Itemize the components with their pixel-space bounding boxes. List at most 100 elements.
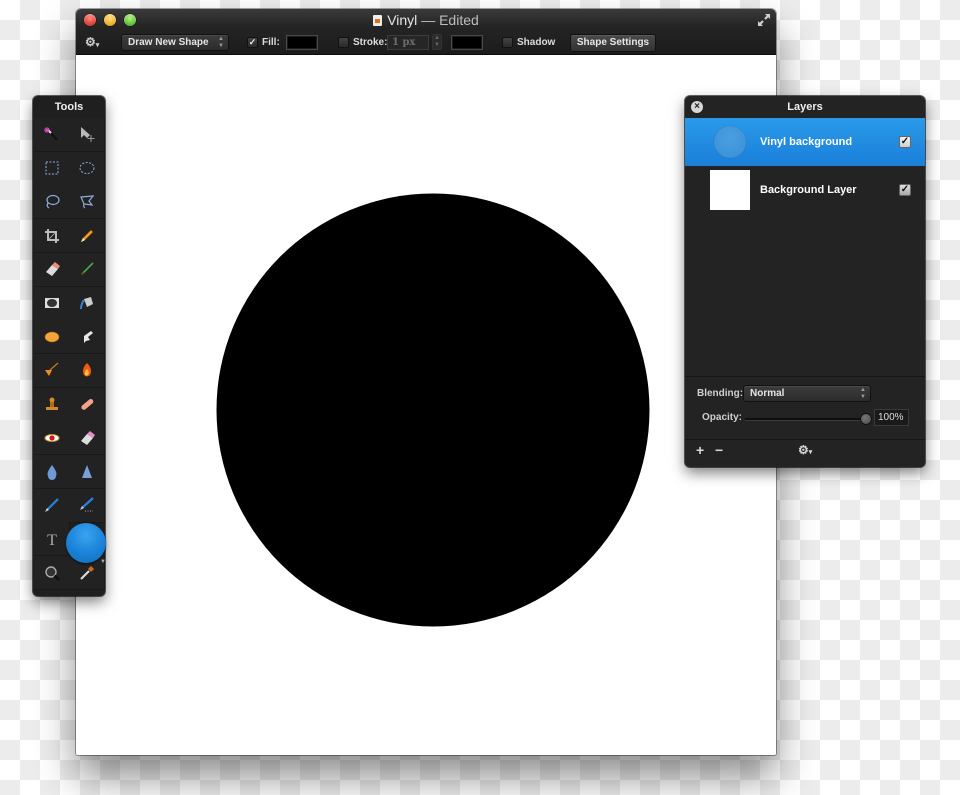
tool-burn[interactable] — [69, 353, 105, 388]
crop-icon — [44, 228, 59, 243]
tool-magic-wand[interactable] — [34, 118, 70, 152]
tool-freeform-pen[interactable] — [69, 488, 105, 523]
dropdown-caret-icon: ▾ — [95, 42, 100, 49]
tool-heal[interactable] — [69, 387, 105, 422]
layer-visibility-checkbox[interactable]: ✓ — [899, 136, 911, 148]
tool-move[interactable] — [69, 118, 105, 152]
layer-name: Vinyl background — [760, 136, 853, 148]
tool-eraser[interactable] — [34, 252, 70, 287]
stroke-checkbox[interactable] — [338, 37, 349, 48]
opacity-label: Opacity: — [702, 412, 743, 423]
blur-drop-icon — [47, 464, 56, 480]
color-well-menu-arrow-icon[interactable]: ▼ — [100, 559, 106, 565]
fullscreen-button[interactable] — [757, 13, 771, 27]
close-icon: × — [694, 101, 700, 112]
stamp-icon — [45, 397, 58, 411]
tool-sharpen[interactable] — [69, 455, 105, 489]
shape-mode-select[interactable]: Draw New Shape ▲ ▼ — [121, 34, 229, 51]
tool-elliptical-marquee[interactable] — [69, 151, 105, 186]
window-title: Vinyl — Edited — [76, 12, 776, 28]
layers-header: × Layers — [685, 96, 925, 118]
tool-paint-brush[interactable] — [69, 252, 105, 287]
tool-smudge[interactable] — [69, 320, 105, 355]
shape-mode-value: Draw New Shape — [128, 37, 209, 48]
opacity-slider-knob[interactable] — [860, 413, 872, 425]
layer-thumbnail — [714, 126, 746, 158]
opacity-slider-track[interactable] — [745, 418, 865, 421]
sponge-icon — [44, 331, 59, 342]
tool-lasso[interactable] — [34, 185, 70, 220]
red-eye-icon — [44, 433, 59, 442]
stroke-width-field[interactable]: 1 px — [387, 35, 429, 50]
blending-mode-value: Normal — [750, 388, 785, 399]
pencil-icon — [79, 229, 93, 243]
close-panel-button[interactable]: × — [691, 101, 703, 113]
shape-settings-button[interactable]: Shape Settings — [570, 34, 656, 52]
tool-dodge[interactable] — [34, 353, 70, 388]
tools-title: Tools — [54, 101, 84, 113]
tool-blur[interactable] — [34, 455, 70, 489]
layer-row-vinyl-background[interactable]: Vinyl background ✓ — [685, 118, 925, 166]
tool-clone-stamp[interactable] — [34, 387, 70, 422]
fullscreen-arrows-icon — [758, 14, 770, 26]
layers-panel: × Layers Vinyl background ✓ Background L… — [685, 96, 925, 467]
paint-bucket-icon — [79, 297, 93, 310]
image-canvas[interactable] — [76, 55, 776, 755]
polygon-lasso-icon — [79, 195, 94, 209]
shadow-checkbox[interactable] — [502, 37, 513, 48]
gear-icon: ⚙ — [85, 35, 96, 49]
burn-flame-icon — [82, 363, 91, 377]
blending-mode-select[interactable]: Normal ▲ ▼ — [743, 385, 871, 402]
tool-text[interactable]: T — [34, 522, 70, 557]
stroke-color-swatch[interactable] — [451, 35, 483, 50]
sharpen-cone-icon — [81, 464, 92, 478]
layer-row-background-layer[interactable]: Background Layer ✓ — [685, 166, 925, 214]
freeform-pen-icon — [79, 497, 94, 512]
action-menu-button[interactable]: ⚙▾ — [85, 35, 99, 49]
tool-background-eraser[interactable] — [69, 421, 105, 456]
brush-icon — [80, 262, 94, 276]
tool-pencil[interactable] — [69, 219, 105, 254]
color-well[interactable] — [66, 523, 106, 563]
layer-visibility-checkbox[interactable]: ✓ — [899, 184, 911, 196]
lasso-icon — [45, 194, 60, 209]
text-icon: T — [47, 532, 57, 548]
tool-crop[interactable] — [34, 219, 70, 254]
add-layer-button[interactable]: + — [696, 442, 704, 458]
tool-polygonal-lasso[interactable] — [69, 185, 105, 220]
eraser-icon — [45, 262, 60, 277]
fill-color-swatch[interactable] — [286, 35, 318, 50]
shape-toolbar: ⚙▾ Draw New Shape ▲ ▼ ✓ Fill: Stroke: 1 p… — [76, 31, 776, 53]
magic-wand-icon — [43, 126, 58, 141]
black-circle-shape[interactable] — [216, 193, 650, 627]
smudge-finger-icon — [83, 330, 93, 343]
pen-icon — [44, 498, 59, 513]
tool-zoom[interactable] — [34, 556, 70, 591]
tool-sponge[interactable] — [34, 320, 70, 355]
opacity-field[interactable]: 100% — [874, 409, 909, 426]
stroke-width-stepper[interactable]: ▲ ▼ — [432, 34, 442, 50]
layer-options: Blending: Normal ▲ ▼ Opacity: 100% + − ⚙▾ — [685, 376, 925, 467]
gear-icon: ⚙ — [798, 443, 809, 457]
updown-arrows-icon: ▲ ▼ — [218, 36, 224, 49]
eyedropper-icon — [79, 565, 94, 580]
tool-vignette[interactable] — [34, 286, 70, 321]
svg-text:T: T — [47, 532, 57, 548]
tool-red-eye[interactable] — [34, 421, 70, 456]
title-separator: — — [421, 12, 436, 28]
layers-title: Layers — [787, 101, 823, 113]
tool-paint-bucket[interactable] — [69, 286, 105, 321]
fill-checkbox[interactable]: ✓ — [247, 37, 258, 48]
vignette-icon — [44, 298, 59, 308]
remove-layer-button[interactable]: − — [715, 442, 723, 458]
tool-pen[interactable] — [34, 488, 70, 523]
layer-actions-menu-button[interactable]: ⚙▾ — [798, 443, 812, 457]
rect-select-icon — [45, 161, 58, 175]
layer-list-empty-area[interactable] — [685, 214, 925, 376]
tool-rectangular-marquee[interactable] — [34, 151, 70, 186]
divider — [685, 439, 925, 440]
document-icon — [373, 15, 383, 26]
blending-label: Blending: — [697, 388, 744, 399]
title-bar[interactable]: Vinyl — Edited ⚙▾ Draw New Shape ▲ ▼ ✓ Fi… — [76, 9, 776, 55]
dodge-icon — [44, 362, 58, 377]
